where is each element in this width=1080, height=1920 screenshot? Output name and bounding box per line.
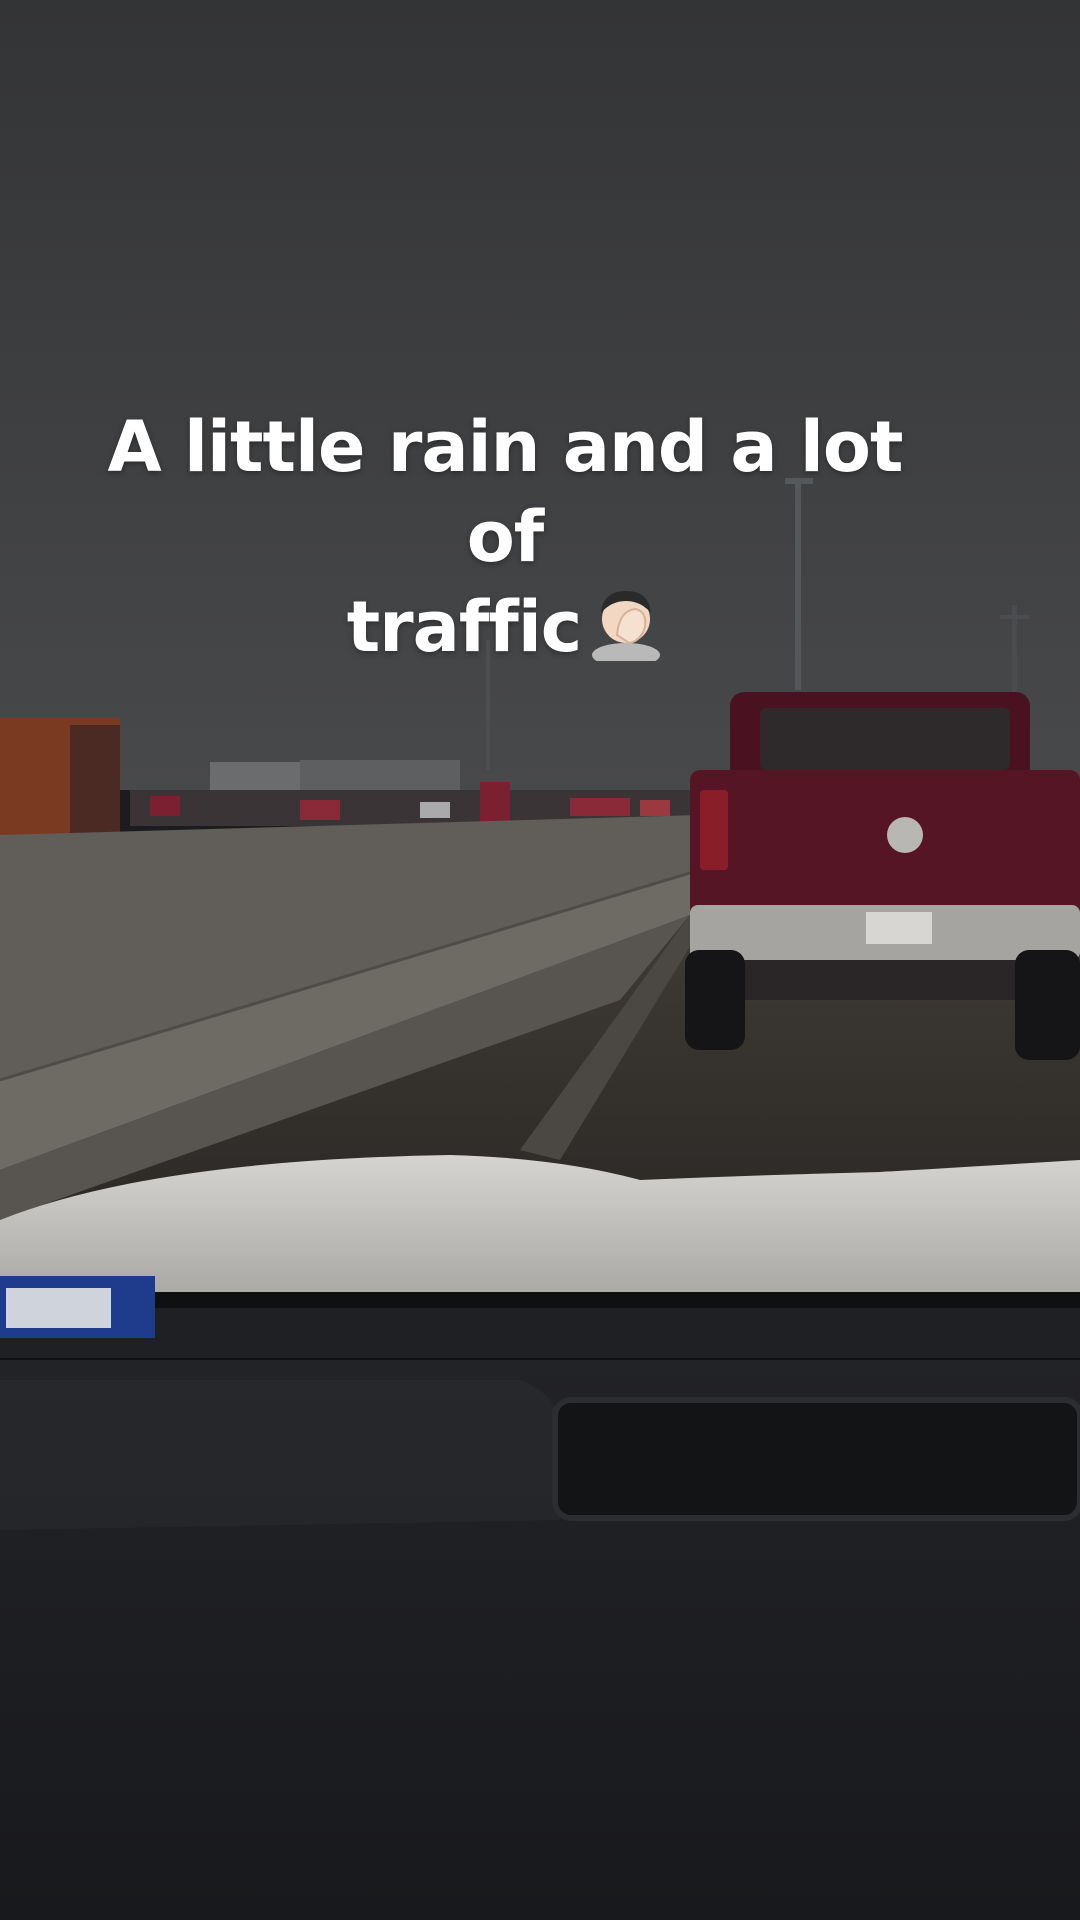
caption-line-2: traffic <box>60 582 950 672</box>
caption-line-2-text: traffic <box>346 586 583 668</box>
caption-text: A little rain and a lot of traffic <box>60 402 950 672</box>
facepalm-emoji-icon <box>592 591 661 661</box>
caption-line-1: A little rain and a lot of <box>107 406 904 578</box>
highway-scene <box>0 0 1080 1920</box>
dashboard-vent <box>552 1397 1080 1521</box>
